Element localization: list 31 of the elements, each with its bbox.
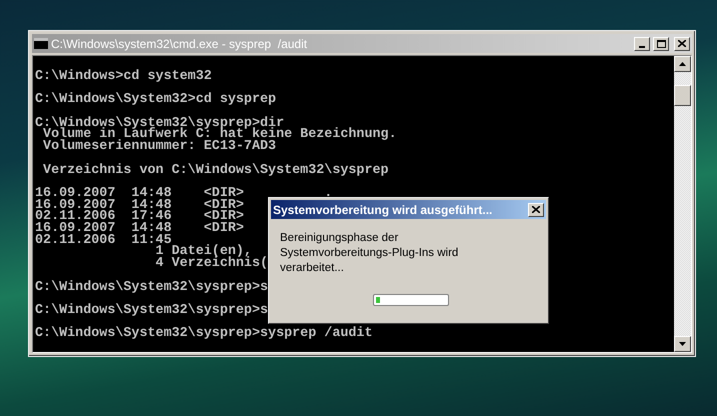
- console-line: C:\Windows\System32\sysprep>s: [35, 282, 268, 294]
- console-line: C:\Windows\System32\sysprep>sysprep /audit: [35, 328, 372, 340]
- maximize-button[interactable]: [653, 36, 669, 50]
- scroll-up-button[interactable]: [674, 56, 691, 72]
- close-icon: [532, 206, 540, 213]
- console-line: 16.09.2007 14:48 <DIR>: [35, 200, 244, 212]
- console-line: 16.09.2007 14:48 <DIR>: [35, 223, 244, 235]
- scroll-thumb[interactable]: [674, 85, 691, 106]
- up-arrow-icon: [679, 62, 686, 66]
- console-line: 16.09.2007 14:48 <DIR> .: [35, 188, 332, 200]
- console-line: 02.11.2006 17:46 <DIR>: [35, 211, 244, 224]
- scroll-down-button[interactable]: [674, 336, 691, 352]
- console-line: C:\Windows\System32\sysprep>s: [35, 304, 268, 317]
- console-icon: [34, 38, 48, 49]
- minimize-button[interactable]: [634, 36, 650, 50]
- dialog-title: Systemvorbereitung wird ausgeführt...: [273, 202, 492, 218]
- close-button[interactable]: [674, 36, 690, 50]
- down-arrow-icon: [679, 342, 686, 346]
- console-line: 1 Datei(en),: [154, 246, 252, 258]
- console-line: Verzeichnis von C:\Windows\System32\sysprep: [42, 164, 389, 176]
- console-line: 4 Verzeichnis(: [154, 258, 268, 270]
- console-line: 02.11.2006 11:45: [35, 234, 172, 246]
- console-line: C:\Windows\System32\sysprep>dir: [35, 118, 284, 130]
- window-title: C:\Windows\system32\cmd.exe - sysprep /audit: [51, 36, 308, 52]
- dialog-message: Bereinigungsphase der Systemvorbereitungs-Plug-Ins wird verarbeitet...: [280, 231, 460, 276]
- close-icon: [678, 40, 686, 47]
- dialog-close-button[interactable]: [528, 202, 544, 216]
- console-line: C:\Windows\System32>cd sysprep: [35, 94, 276, 106]
- console-line: C:\Windows>cd system32: [35, 71, 212, 83]
- scrollbar[interactable]: [674, 56, 691, 352]
- console-line: Volumeseriennummer: EC13-7AD3: [42, 141, 276, 153]
